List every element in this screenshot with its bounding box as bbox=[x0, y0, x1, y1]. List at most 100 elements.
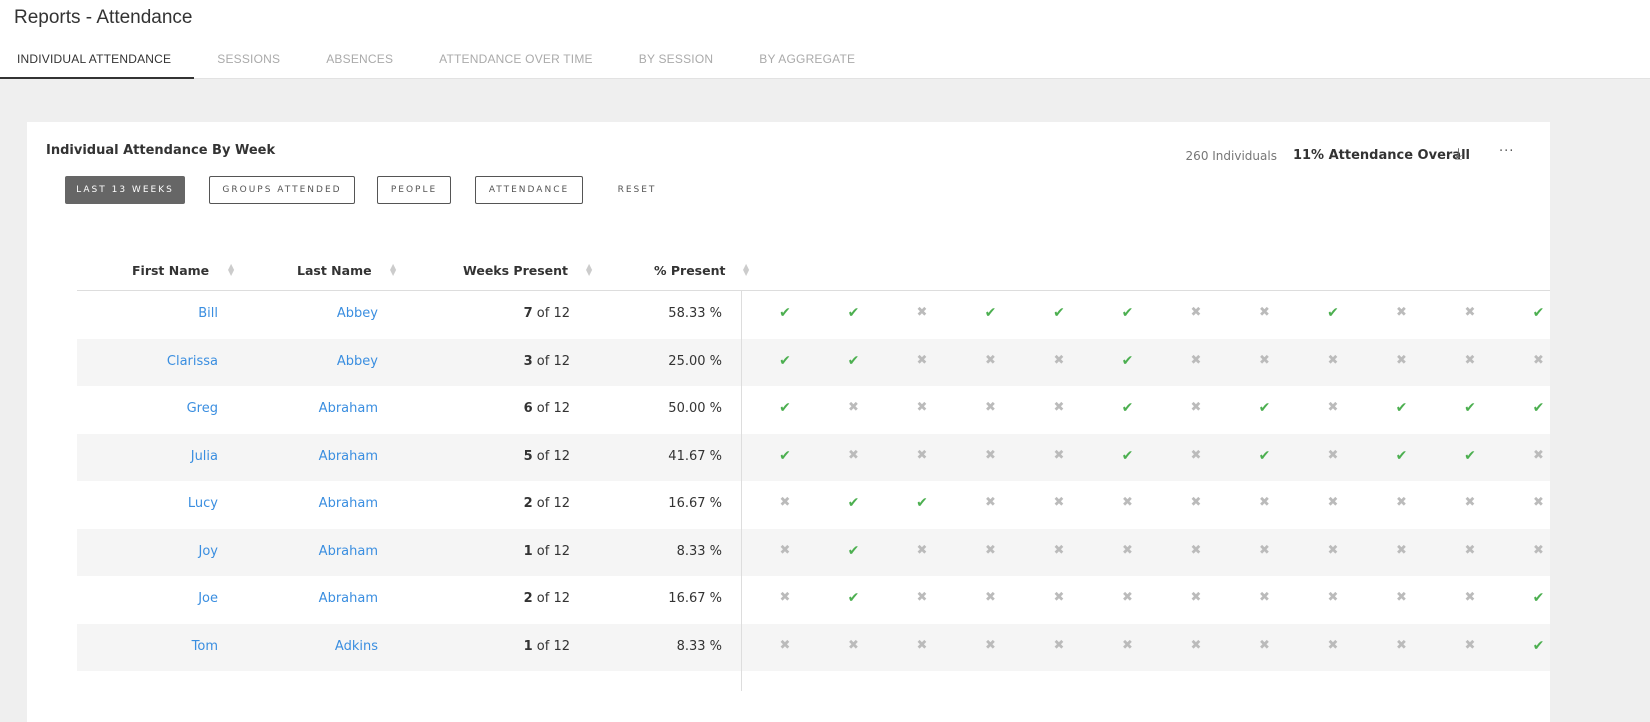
present-check-icon: ✔ bbox=[1395, 400, 1408, 416]
absent-x-icon: ✖ bbox=[1053, 447, 1065, 463]
table-row: Tom Adkins 1 of 12 8.33 % ✖ ✖ ✖ ✖ ✖ ✖ ✖ ✖ ✖ ✖ ✖ ✔ bbox=[77, 623, 1550, 671]
more-options-icon[interactable]: ··· bbox=[1499, 144, 1514, 159]
weeks-present-header[interactable]: Weeks Present bbox=[463, 263, 568, 278]
tab-individual-attendance[interactable]: INDIVIDUAL ATTENDANCE bbox=[0, 50, 195, 79]
first-name-link[interactable]: Lucy bbox=[188, 496, 218, 511]
sort-icon[interactable]: ▲ ▼ bbox=[228, 263, 234, 277]
table-row: Julia Abraham 5 of 12 41.67 % ✔ ✖ ✖ ✖ ✖ ✔ ✖ ✔ ✖ ✔ ✔… bbox=[77, 433, 1550, 481]
absent-x-icon: ✖ bbox=[985, 447, 996, 463]
absent-x-icon: ✖ bbox=[985, 495, 996, 510]
last-name-link[interactable]: Abraham bbox=[319, 496, 378, 511]
download-icon[interactable]: ⤓ bbox=[1455, 144, 1462, 164]
absent-x-icon: ✖ bbox=[1396, 637, 1407, 653]
absent-x-icon: ✖ bbox=[916, 352, 928, 368]
absent-x-icon: ✖ bbox=[916, 542, 928, 558]
present-check-icon: ✔ bbox=[1532, 590, 1545, 606]
first-name-link[interactable]: Bill bbox=[198, 306, 218, 321]
weeks-count: 7 bbox=[523, 306, 533, 321]
tab-by-aggregate[interactable]: BY AGGREGATE bbox=[736, 50, 878, 79]
absent-x-icon: ✖ bbox=[916, 305, 928, 320]
tab-sessions[interactable]: SESSIONS bbox=[194, 50, 303, 79]
absent-x-icon: ✖ bbox=[1122, 495, 1133, 510]
table-header: First Name ▲ ▼ Last Name ▲ ▼ Weeks Present… bbox=[77, 252, 1550, 291]
present-check-icon: ✔ bbox=[1258, 400, 1271, 416]
percent-present-header[interactable]: % Present bbox=[654, 263, 725, 278]
individuals-count: 260 Individuals bbox=[1185, 148, 1277, 163]
absent-x-icon: ✖ bbox=[1464, 542, 1476, 558]
table-row: Bill Abbey 7 of 12 58.33 % ✔ ✔ ✖ ✔ ✔ ✔ ✖ ✖ ✔ ✖ ✖ ✔ bbox=[77, 291, 1550, 339]
absent-x-icon: ✖ bbox=[1190, 400, 1202, 415]
absent-x-icon: ✖ bbox=[1053, 637, 1065, 653]
last-name-header[interactable]: Last Name bbox=[297, 263, 372, 278]
sort-icon[interactable]: ▲ ▼ bbox=[743, 263, 749, 277]
first-name-header[interactable]: First Name bbox=[132, 263, 209, 278]
weeks-present: 6 of 12 bbox=[524, 401, 570, 416]
table-row: Clarissa Abbey 3 of 12 25.00 % ✔ ✔ ✖ ✖ ✖ ✔ ✖ ✖ ✖ ✖… bbox=[77, 338, 1550, 386]
absent-x-icon: ✖ bbox=[848, 447, 859, 463]
groups-attended-filter[interactable]: GROUPS ATTENDED bbox=[209, 176, 355, 204]
weeks-count: 2 bbox=[523, 496, 533, 511]
present-check-icon: ✔ bbox=[1532, 305, 1545, 321]
present-check-icon: ✔ bbox=[1532, 400, 1545, 416]
present-check-icon: ✔ bbox=[779, 352, 791, 369]
first-name-link[interactable]: Julia bbox=[191, 449, 218, 464]
weeks-total: of 12 bbox=[536, 591, 570, 606]
first-name-link[interactable]: Clarissa bbox=[167, 354, 218, 369]
people-filter[interactable]: PEOPLE bbox=[377, 176, 451, 204]
last-name-link[interactable]: Adkins bbox=[335, 639, 378, 654]
weeks-total: of 12 bbox=[536, 448, 570, 464]
attendance-filter[interactable]: ATTENDANCE bbox=[475, 176, 583, 204]
absent-x-icon: ✖ bbox=[985, 400, 996, 415]
first-name-link[interactable]: Joy bbox=[199, 544, 218, 559]
last-name-link[interactable]: Abraham bbox=[319, 401, 378, 416]
present-check-icon: ✔ bbox=[1258, 447, 1271, 464]
percent-present: 16.67 % bbox=[668, 496, 722, 511]
last-name-link[interactable]: Abraham bbox=[319, 544, 378, 559]
absent-x-icon: ✖ bbox=[1533, 352, 1544, 368]
table-row: Greg Abraham 6 of 12 50.00 % ✔ ✖ ✖ ✖ ✖ ✔ ✖ ✔ ✖ ✔ ✔ ✔ bbox=[77, 386, 1550, 434]
present-check-icon: ✔ bbox=[984, 305, 997, 321]
last-name-link[interactable]: Abraham bbox=[319, 449, 378, 464]
absent-x-icon: ✖ bbox=[1259, 637, 1270, 653]
absent-x-icon: ✖ bbox=[1327, 590, 1339, 605]
weeks-present: 5 of 12 bbox=[524, 449, 570, 464]
absent-x-icon: ✖ bbox=[1464, 305, 1476, 320]
last-13-weeks-filter[interactable]: LAST 13 WEEKS bbox=[65, 176, 185, 204]
column-divider bbox=[741, 291, 742, 691]
overall-attendance: 11% Attendance Overall bbox=[1292, 148, 1470, 163]
absent-x-icon: ✖ bbox=[1327, 447, 1339, 463]
table-body: Bill Abbey 7 of 12 58.33 % ✔ ✔ ✖ ✔ ✔ ✔ ✖ ✖ ✔ ✖ ✖ ✔ Cl… bbox=[77, 291, 1550, 671]
weeks-present: 1 of 12 bbox=[524, 639, 570, 654]
weeks-total: of 12 bbox=[536, 401, 570, 416]
percent-present: 25.00 % bbox=[668, 353, 722, 369]
absent-x-icon: ✖ bbox=[1396, 542, 1407, 558]
sort-icon[interactable]: ▲ ▼ bbox=[390, 263, 396, 277]
first-name-link[interactable]: Joe bbox=[198, 591, 218, 606]
reset-button[interactable]: RESET bbox=[607, 176, 667, 204]
tab-bar: INDIVIDUAL ATTENDANCE SESSIONS ABSENCES … bbox=[0, 50, 878, 79]
sort-icon[interactable]: ▲ ▼ bbox=[586, 263, 592, 277]
attendance-table: First Name ▲ ▼ Last Name ▲ ▼ Weeks Present… bbox=[77, 252, 1550, 691]
absent-x-icon: ✖ bbox=[1464, 495, 1476, 510]
first-name-link[interactable]: Greg bbox=[187, 401, 218, 416]
absent-x-icon: ✖ bbox=[1327, 637, 1339, 653]
absent-x-icon: ✖ bbox=[916, 637, 928, 653]
percent-present: 8.33 % bbox=[676, 638, 722, 654]
last-name-link[interactable]: Abbey bbox=[337, 354, 378, 369]
card-title: Individual Attendance By Week bbox=[46, 143, 276, 158]
absent-x-icon: ✖ bbox=[1259, 305, 1270, 320]
page-title: Reports - Attendance bbox=[14, 7, 193, 28]
table-row: Joe Abraham 2 of 12 16.67 % ✖ ✔ ✖ ✖ ✖ ✖ ✖ ✖ ✖ ✖ ✖ ✔ bbox=[77, 576, 1550, 624]
tab-absences[interactable]: ABSENCES bbox=[303, 50, 416, 79]
tab-attendance-over-time[interactable]: ATTENDANCE OVER TIME bbox=[416, 50, 616, 79]
present-check-icon: ✔ bbox=[1532, 637, 1545, 654]
weeks-total: of 12 bbox=[536, 543, 570, 559]
present-check-icon: ✔ bbox=[1053, 305, 1065, 321]
tab-by-session[interactable]: BY SESSION bbox=[616, 50, 736, 79]
first-name-link[interactable]: Tom bbox=[192, 639, 218, 654]
present-check-icon: ✔ bbox=[1121, 352, 1134, 369]
last-name-link[interactable]: Abbey bbox=[337, 306, 378, 321]
absent-x-icon: ✖ bbox=[779, 542, 791, 558]
absent-x-icon: ✖ bbox=[848, 400, 859, 415]
last-name-link[interactable]: Abraham bbox=[319, 591, 378, 606]
